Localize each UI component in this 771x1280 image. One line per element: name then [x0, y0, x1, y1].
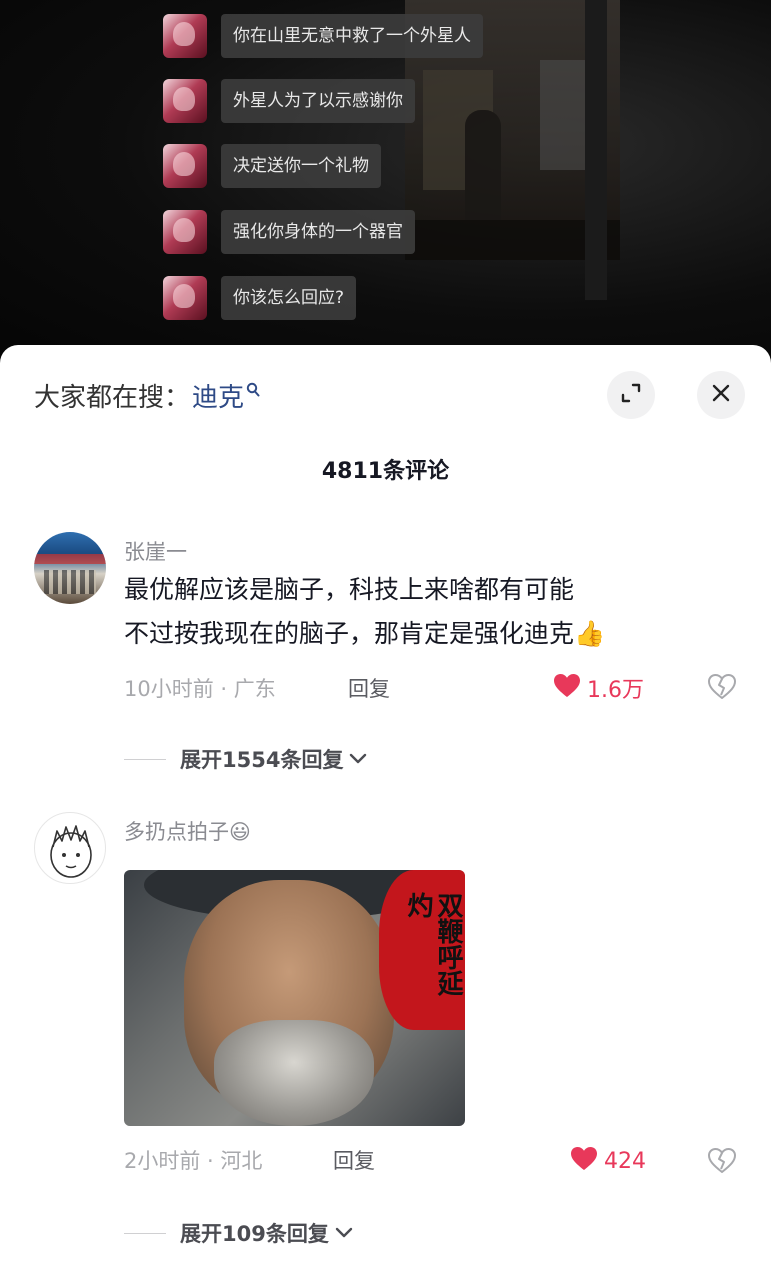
comment-text-line: 不过按我现在的脑子，那肯定是强化迪克👍: [124, 619, 606, 648]
walking-person-figure: [465, 110, 501, 230]
close-button[interactable]: [697, 371, 745, 419]
chat-avatar: [163, 79, 207, 123]
comment-meta: 10小时前 · 广东: [124, 677, 276, 701]
chat-bubble: 强化你身体的一个器官: [221, 210, 415, 254]
like-count: 1.6万: [587, 678, 644, 703]
chat-avatar: [163, 210, 207, 254]
chat-bubble: 决定送你一个礼物: [221, 144, 381, 188]
trending-search-term[interactable]: 迪克: [192, 377, 244, 414]
like-button[interactable]: 424: [570, 1146, 646, 1177]
chat-bubble: 外星人为了以示感谢你: [221, 79, 415, 123]
comment-sheet: 大家都在搜： 迪克 4811条评论 张崖一 最优解应该是脑子，科技上来啥都有可能…: [0, 345, 771, 1280]
reply-button[interactable]: 回复: [333, 1145, 375, 1175]
video-player[interactable]: 你在山里无意中救了一个外星人 外星人为了以示感谢你 决定送你一个礼物 强化你身体…: [0, 0, 771, 360]
chat-message: 你该怎么回应?: [163, 276, 357, 320]
chat-message: 你在山里无意中救了一个外星人: [163, 14, 483, 58]
comment-image[interactable]: 双鞭呼延灼: [124, 870, 465, 1126]
chat-message: 强化你身体的一个器官: [163, 210, 415, 254]
comment-text-line: 最优解应该是脑子，科技上来啥都有可能: [124, 575, 575, 604]
chat-message: 决定送你一个礼物: [163, 144, 381, 188]
chat-avatar: [163, 144, 207, 188]
search-icon: [246, 382, 260, 402]
avatar[interactable]: [34, 812, 106, 884]
expand-replies-label: 展开109条回复: [180, 1222, 329, 1246]
trending-search-prefix: 大家都在搜：: [34, 383, 191, 413]
dislike-button[interactable]: [707, 1147, 737, 1177]
expand-icon: [620, 382, 642, 408]
broken-heart-icon: [707, 1147, 737, 1177]
close-icon: [711, 383, 731, 407]
heart-icon: [570, 1146, 604, 1177]
thumbs-up-emoji: 👍: [574, 619, 606, 648]
comment-count-title: 4811条评论: [321, 459, 450, 484]
trending-search[interactable]: 大家都在搜： 迪克: [34, 377, 260, 414]
reply-button[interactable]: 回复: [348, 673, 390, 703]
chat-bubble: 你该怎么回应?: [221, 276, 357, 320]
expand-button[interactable]: [607, 371, 655, 419]
heart-icon: [553, 673, 587, 704]
expand-replies-button[interactable]: 展开109条回复: [124, 1218, 353, 1248]
comment-meta: 2小时前 · 河北: [124, 1149, 263, 1173]
broken-heart-icon: [707, 673, 737, 703]
chevron-down-icon: [349, 750, 367, 769]
expand-replies-button[interactable]: 展开1554条回复: [124, 744, 367, 774]
like-count: 424: [604, 1149, 646, 1174]
comment-username[interactable]: 张崖一: [124, 536, 187, 566]
chat-avatar: [163, 276, 207, 320]
seal-text: 双鞭呼延灼: [403, 892, 463, 996]
expand-replies-label: 展开1554条回复: [180, 748, 344, 772]
avatar[interactable]: [34, 532, 106, 604]
comment-username[interactable]: 多扔点拍子😃: [124, 816, 251, 846]
chat-bubble: 你在山里无意中救了一个外星人: [221, 14, 483, 58]
grinning-face-emoji: 😃: [229, 820, 251, 844]
comment-text: 最优解应该是脑子，科技上来啥都有可能 不过按我现在的脑子，那肯定是强化迪克👍: [124, 568, 605, 656]
chat-avatar: [163, 14, 207, 58]
chevron-down-icon: [335, 1224, 353, 1243]
chat-message: 外星人为了以示感谢你: [163, 79, 415, 123]
dislike-button[interactable]: [707, 673, 737, 703]
like-button[interactable]: 1.6万: [553, 672, 644, 704]
